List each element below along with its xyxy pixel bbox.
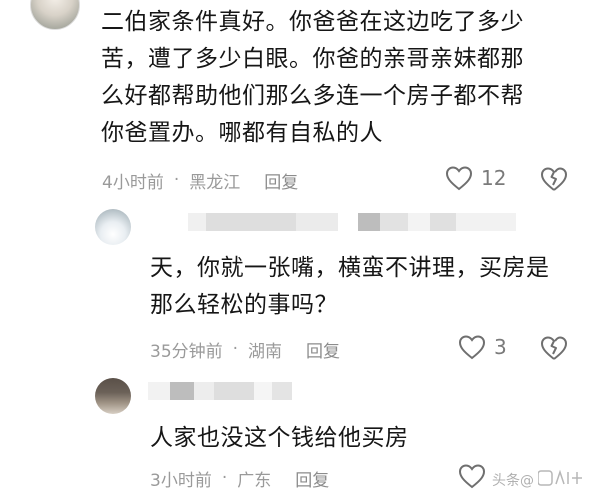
reply-line: 天，你就一张嘴，横蛮不讲理，买房是 [150, 255, 550, 281]
heart-outline-icon [445, 165, 473, 191]
username-mosaic [148, 382, 292, 400]
reply-time: 3小时前 [150, 470, 212, 491]
meta-separator: · [232, 339, 239, 359]
reply-meta: 3小时前 · 广东 回复 [150, 466, 329, 491]
heart-outline-icon [458, 463, 486, 489]
comment-line: 么好都帮助他们那么多连一个房子都不帮 [101, 83, 524, 109]
comment-body: 二伯家条件真好。你爸爸在这边吃了多少 苦，遭了多少白眼。你爸的亲哥亲妹都那 么好… [101, 4, 591, 152]
commenter-avatar[interactable] [30, 0, 80, 30]
dislike-button[interactable] [540, 166, 568, 196]
username-mosaic [188, 213, 516, 231]
broken-heart-icon [540, 167, 568, 196]
comment-meta: 4小时前 · 黑龙江 回复 [102, 168, 298, 193]
reply-button[interactable]: 回复 [264, 168, 298, 193]
reply-avatar[interactable] [95, 378, 131, 414]
reply-body: 人家也没这个钱给他买房 [150, 420, 590, 457]
like-count: 12 [481, 166, 507, 190]
meta-separator: · [173, 170, 180, 190]
broken-heart-icon [540, 336, 568, 365]
comment-time: 4小时前 [102, 172, 164, 193]
reply-avatar[interactable] [95, 209, 131, 245]
reply-meta: 35分钟前 · 湖南 回复 [150, 337, 340, 362]
watermark-logo-icon [537, 469, 590, 491]
like-button[interactable] [458, 463, 486, 489]
dislike-button[interactable] [540, 335, 568, 365]
watermark-text: 头条@ [492, 473, 534, 489]
like-count: 3 [494, 335, 507, 359]
reply-line: 人家也没这个钱给他买房 [150, 425, 409, 451]
reply-button[interactable]: 回复 [306, 337, 340, 362]
comment-line: 二伯家条件真好。你爸爸在这边吃了多少 [101, 9, 524, 35]
reply-line: 那么轻松的事吗？ [150, 292, 338, 318]
meta-separator: · [221, 468, 228, 488]
reply-location: 广东 [237, 470, 272, 491]
watermark: 头条@ [488, 468, 594, 492]
comment-line: 苦，遭了多少白眼。你爸的亲哥亲妹都那 [101, 46, 524, 72]
reply-location: 湖南 [248, 341, 283, 362]
reply-body: 天，你就一张嘴，横蛮不讲理，买房是 那么轻松的事吗？ [150, 250, 590, 324]
reply-time: 35分钟前 [150, 341, 223, 362]
like-button[interactable]: 12 [445, 165, 506, 191]
like-button[interactable]: 3 [458, 334, 507, 360]
comment-line: 你爸置办。哪都有自私的人 [101, 120, 383, 146]
heart-outline-icon [458, 334, 486, 360]
comment-location: 黑龙江 [189, 172, 241, 193]
reply-button[interactable]: 回复 [295, 466, 329, 491]
